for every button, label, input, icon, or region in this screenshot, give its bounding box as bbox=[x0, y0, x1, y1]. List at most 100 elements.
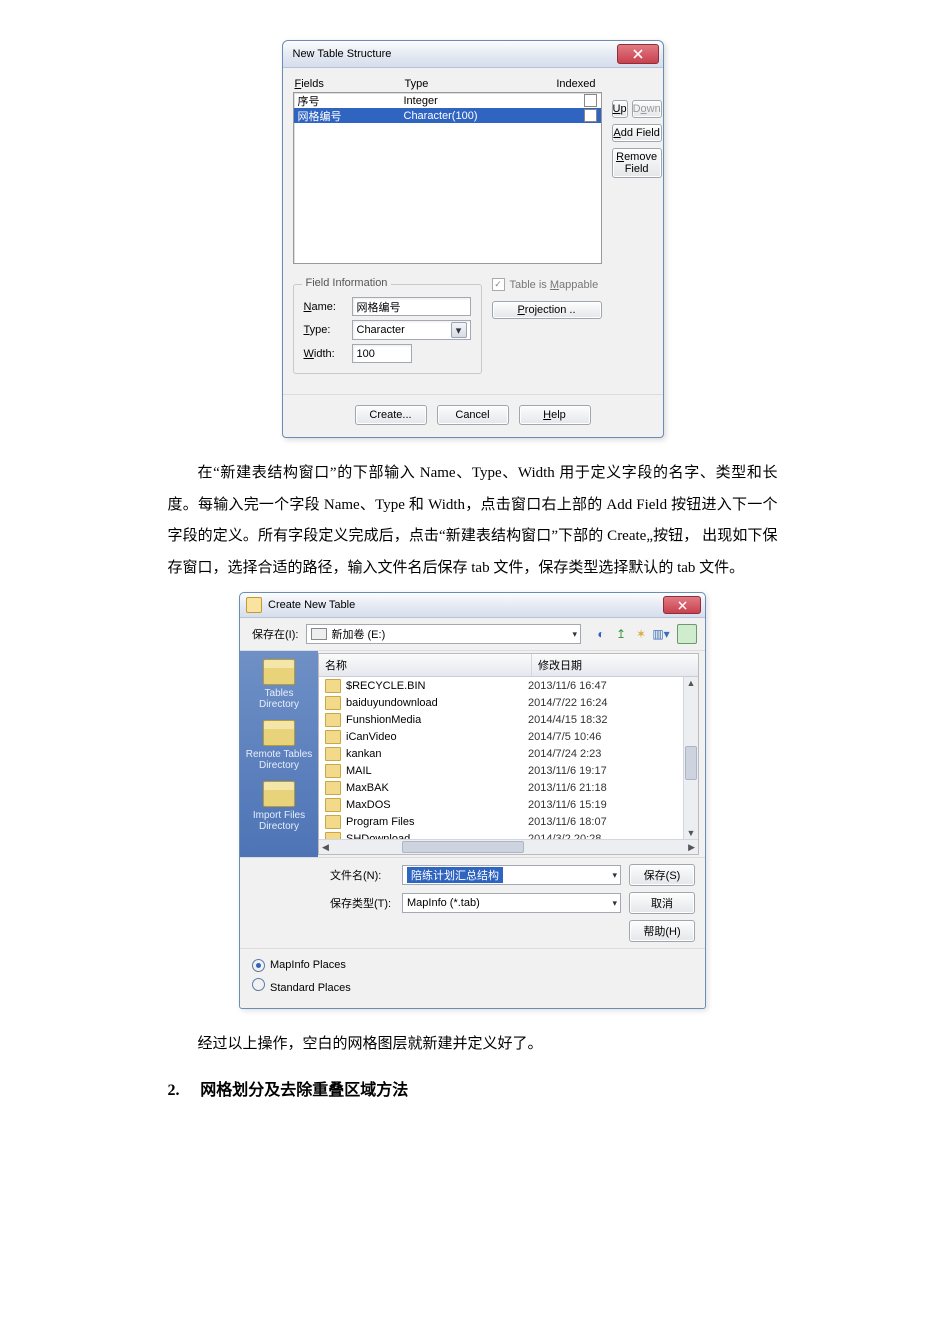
field-name-input[interactable]: 网格编号 bbox=[352, 297, 471, 316]
dialog2-title: Create New Table bbox=[268, 599, 355, 611]
folder-icon bbox=[325, 798, 341, 812]
file-date: 2013/11/6 15:19 bbox=[528, 799, 692, 811]
back-icon[interactable]: ◐ bbox=[593, 626, 609, 642]
indexed-checkbox[interactable] bbox=[584, 94, 597, 107]
field-info-legend: Field Information bbox=[302, 277, 392, 289]
cancel-button[interactable]: 取消 bbox=[629, 892, 695, 914]
create-new-table-dialog: Create New Table 保存在(I): 新加卷 (E:) ▾ ◐ ↥ … bbox=[239, 592, 706, 1009]
vertical-scrollbar[interactable]: ▲ ▼ bbox=[683, 677, 698, 839]
close-icon[interactable] bbox=[617, 44, 659, 64]
create-button[interactable]: Create... bbox=[355, 405, 427, 425]
folder-icon bbox=[263, 720, 295, 746]
folder-icon bbox=[325, 730, 341, 744]
file-name: MaxBAK bbox=[346, 782, 528, 794]
paragraph-1: 在“新建表结构窗口”的下部输入 Name、Type、Width 用于定义字段的名… bbox=[168, 458, 778, 584]
col-date[interactable]: 修改日期 bbox=[532, 654, 684, 676]
file-date: 2014/7/24 2:23 bbox=[528, 748, 692, 760]
dialog1-bottom-buttons: Create... Cancel Help bbox=[283, 394, 663, 437]
filetype-combo[interactable]: MapInfo (*.tab) ▾ bbox=[402, 893, 621, 913]
places-sidebar: Tables Directory Remote Tables Directory… bbox=[240, 651, 318, 857]
file-row[interactable]: SHDownload2014/3/2 20:28 bbox=[319, 830, 698, 839]
view-menu-icon[interactable]: ▥▾ bbox=[653, 626, 669, 642]
dialog2-wrap: Create New Table 保存在(I): 新加卷 (E:) ▾ ◐ ↥ … bbox=[0, 592, 945, 1009]
close-icon[interactable] bbox=[663, 596, 701, 614]
indexed-header: Indexed bbox=[536, 78, 600, 90]
dialog1-titlebar[interactable]: New Table Structure bbox=[283, 41, 663, 68]
scroll-thumb[interactable] bbox=[685, 746, 697, 780]
cancel-button[interactable]: Cancel bbox=[437, 405, 509, 425]
type-header: Type bbox=[405, 78, 536, 90]
filename-input[interactable]: 陪练计划汇总结构 ▾ bbox=[402, 865, 621, 885]
file-date: 2013/11/6 18:07 bbox=[528, 816, 692, 828]
col-name[interactable]: 名称 bbox=[319, 654, 532, 676]
file-row[interactable]: MaxBAK2013/11/6 21:18 bbox=[319, 779, 698, 796]
dialog1-body: Fields Type Indexed 序号 Integer 网格编号 Char… bbox=[283, 68, 663, 384]
file-date: 2014/7/22 16:24 bbox=[528, 697, 692, 709]
field-row[interactable]: 序号 Integer bbox=[294, 93, 601, 108]
down-button[interactable]: Down bbox=[632, 100, 662, 118]
help-button[interactable]: 帮助(H) bbox=[629, 920, 695, 942]
scroll-up-icon[interactable]: ▲ bbox=[687, 677, 696, 689]
file-row[interactable]: $RECYCLE.BIN2013/11/6 16:47 bbox=[319, 677, 698, 694]
radio-mapinfo-places[interactable]: MapInfo Places bbox=[252, 959, 693, 972]
save-in-combo[interactable]: 新加卷 (E:) ▾ bbox=[306, 624, 581, 644]
filename-label: 文件名(N): bbox=[330, 867, 394, 883]
scroll-down-icon[interactable]: ▼ bbox=[687, 827, 696, 839]
file-list[interactable]: 名称 修改日期 $RECYCLE.BIN2013/11/6 16:47baidu… bbox=[318, 653, 699, 855]
file-name: MAIL bbox=[346, 765, 528, 777]
table-mappable-checkbox[interactable]: ✓ Table is Mappable bbox=[492, 278, 602, 291]
field-row[interactable]: 网格编号 Character(100) bbox=[294, 108, 601, 123]
folder-icon bbox=[263, 781, 295, 807]
up-button[interactable]: Up bbox=[612, 100, 628, 118]
file-row[interactable]: MaxDOS2013/11/6 15:19 bbox=[319, 796, 698, 813]
file-name: MaxDOS bbox=[346, 799, 528, 811]
sidebar-import-files-directory[interactable]: Import Files Directory bbox=[240, 781, 318, 832]
folder-icon bbox=[325, 679, 341, 693]
folder-icon bbox=[325, 832, 341, 840]
fields-listbox[interactable]: 序号 Integer 网格编号 Character(100) bbox=[293, 92, 602, 264]
radio-standard-places[interactable]: Standard Places bbox=[252, 978, 693, 994]
remove-field-button[interactable]: Remove Field bbox=[612, 148, 662, 178]
scroll-thumb[interactable] bbox=[402, 841, 524, 853]
file-row[interactable]: MAIL2013/11/6 19:17 bbox=[319, 762, 698, 779]
file-row[interactable]: iCanVideo2014/7/5 10:46 bbox=[319, 728, 698, 745]
folder-icon bbox=[263, 659, 295, 685]
file-row[interactable]: kankan2014/7/24 2:23 bbox=[319, 745, 698, 762]
paragraph-2: 经过以上操作，空白的网格图层就新建并定义好了。 bbox=[168, 1029, 778, 1061]
save-button[interactable]: 保存(S) bbox=[629, 864, 695, 886]
horizontal-scrollbar[interactable]: ◀ ▶ bbox=[319, 839, 698, 854]
chevron-down-icon: ▾ bbox=[612, 870, 617, 881]
file-date: 2013/11/6 19:17 bbox=[528, 765, 692, 777]
sidebar-tables-directory[interactable]: Tables Directory bbox=[240, 659, 318, 710]
file-list-body: $RECYCLE.BIN2013/11/6 16:47baiduyundownl… bbox=[319, 677, 698, 839]
scroll-right-icon[interactable]: ▶ bbox=[685, 842, 698, 853]
new-table-structure-dialog: New Table Structure Fields Type Indexed … bbox=[282, 40, 664, 438]
fields-header-rest: ields bbox=[301, 78, 324, 90]
file-row[interactable]: baiduyundownload2014/7/22 16:24 bbox=[319, 694, 698, 711]
file-row[interactable]: Program Files2013/11/6 18:07 bbox=[319, 813, 698, 830]
folder-icon bbox=[325, 815, 341, 829]
field-width-input[interactable]: 100 bbox=[352, 344, 412, 363]
new-folder-icon[interactable]: ✶ bbox=[633, 626, 649, 642]
scroll-left-icon[interactable]: ◀ bbox=[319, 842, 332, 853]
up-folder-icon[interactable]: ↥ bbox=[613, 626, 629, 642]
file-date: 2014/7/5 10:46 bbox=[528, 731, 692, 743]
places-radio-group: MapInfo Places Standard Places bbox=[240, 948, 705, 1008]
help-button[interactable]: Help bbox=[519, 405, 591, 425]
dialog2-titlebar[interactable]: Create New Table bbox=[240, 593, 705, 618]
dialog1-wrap: New Table Structure Fields Type Indexed … bbox=[0, 40, 945, 438]
file-name: $RECYCLE.BIN bbox=[346, 680, 528, 692]
field-information-group: Field Information Name: 网格编号 Type: Chara… bbox=[293, 284, 482, 374]
add-field-button[interactable]: Add Field bbox=[612, 124, 662, 142]
indexed-checkbox[interactable] bbox=[584, 109, 597, 122]
chevron-down-icon: ▾ bbox=[612, 898, 617, 909]
projection-button[interactable]: Projection .. bbox=[492, 301, 602, 319]
dialog2-toolbar: 保存在(I): 新加卷 (E:) ▾ ◐ ↥ ✶ ▥▾ bbox=[240, 618, 705, 651]
sidebar-remote-tables-directory[interactable]: Remote Tables Directory bbox=[240, 720, 318, 771]
field-type-combo[interactable]: Character ▾ bbox=[352, 320, 471, 340]
preview-icon[interactable] bbox=[677, 624, 697, 644]
folder-icon bbox=[325, 781, 341, 795]
file-row[interactable]: FunshionMedia2014/4/15 18:32 bbox=[319, 711, 698, 728]
chevron-down-icon: ▾ bbox=[572, 629, 577, 640]
app-icon bbox=[246, 597, 262, 613]
